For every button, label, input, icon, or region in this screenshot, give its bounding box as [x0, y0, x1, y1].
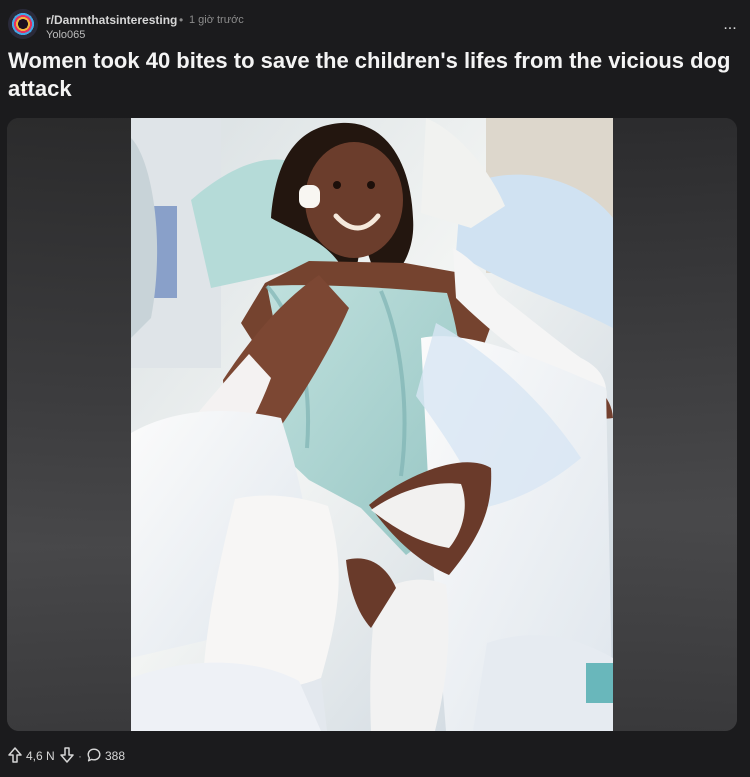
more-icon[interactable]: ... [718, 15, 742, 35]
blur-background-left [7, 118, 131, 731]
post-author[interactable]: Yolo065 [46, 29, 85, 41]
meta-separator: • [179, 13, 184, 27]
blur-background-right [613, 118, 737, 731]
post-media[interactable] [7, 118, 737, 731]
vote-count: 4,6 N [26, 749, 55, 763]
post-title[interactable]: Women took 40 bites to save the children… [8, 47, 742, 103]
action-separator: · [78, 749, 82, 763]
comment-icon[interactable] [87, 748, 101, 762]
post-actions: 4,6 N · 388 [8, 747, 308, 765]
post-time: 1 giờ trước [189, 14, 244, 26]
subreddit-avatar[interactable] [8, 9, 38, 39]
reddit-post: r/Damnthatsinteresting • 1 giờ trước Yol… [0, 0, 750, 777]
subreddit-name[interactable]: r/Damnthatsinteresting [46, 13, 177, 27]
comment-count[interactable]: 388 [105, 749, 125, 763]
downvote-icon[interactable] [60, 747, 74, 763]
upvote-icon[interactable] [8, 747, 22, 763]
post-header: r/Damnthatsinteresting • 1 giờ trước Yol… [8, 9, 742, 43]
post-image[interactable] [131, 118, 613, 731]
